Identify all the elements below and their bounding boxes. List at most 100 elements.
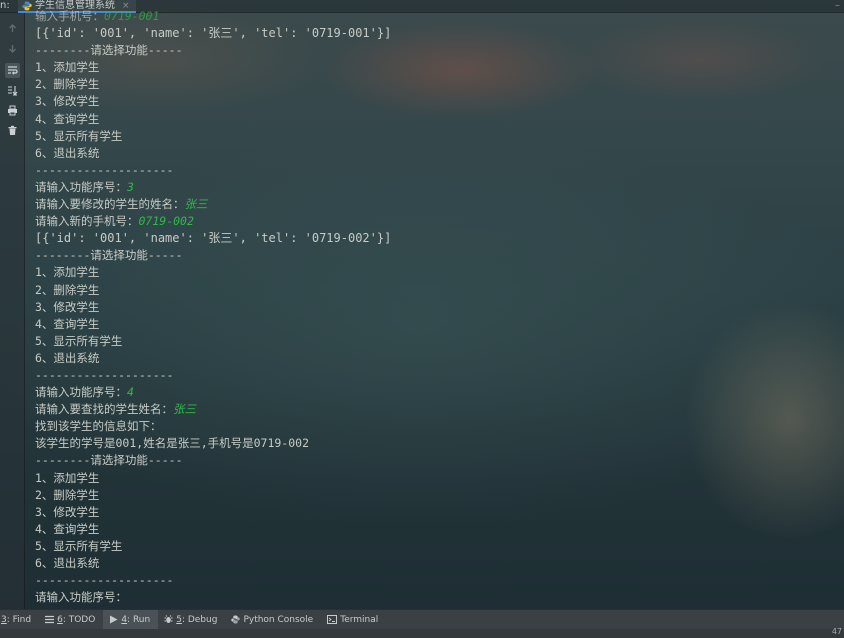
console-line: 请输入功能序号：4 <box>35 384 840 401</box>
console-line: 3、修改学生 <box>35 93 840 110</box>
tool-window-label: 4: Run <box>121 615 150 625</box>
console-line: -------------------- <box>35 572 840 589</box>
console-line-text: 5、显示所有学生 <box>35 333 123 348</box>
console-line: 2、删除学生 <box>35 282 840 299</box>
console-line: 1、添加学生 <box>35 470 840 487</box>
python-icon <box>231 615 241 624</box>
print-icon[interactable] <box>5 103 20 118</box>
status-bar: 47 <box>0 627 844 638</box>
console-line: 3、修改学生 <box>35 299 840 316</box>
console-line: --------请选择功能----- <box>35 452 840 469</box>
console-line: 4、查询学生 <box>35 111 840 128</box>
console-line: 2、删除学生 <box>35 487 840 504</box>
console-line: --------请选择功能----- <box>35 42 840 59</box>
tool-window-label: Terminal <box>340 615 378 625</box>
play-icon <box>109 615 118 624</box>
console-prompt-text: 请输入要修改的学生的姓名： <box>35 197 185 212</box>
console-line-text: 1、添加学生 <box>35 60 100 75</box>
console-line: [{'id': '001', 'name': '张三', 'tel': '071… <box>35 25 840 42</box>
console-line: --------请选择功能----- <box>35 247 840 264</box>
scroll-to-end-icon[interactable] <box>5 83 20 98</box>
tool-window-terminal[interactable]: Terminal <box>321 610 386 630</box>
tool-window-run[interactable]: 4: Run <box>103 609 159 630</box>
console-line: 2、删除学生 <box>35 76 840 93</box>
console-line: 3、修改学生 <box>35 504 840 521</box>
console-line: 6、退出系统 <box>35 555 840 572</box>
console-prompt-text: 请输入新的手机号： <box>35 214 139 229</box>
soft-wrap-icon[interactable] <box>5 63 20 78</box>
tool-window-label: 3: Find <box>1 615 31 625</box>
rerun-icon[interactable] <box>5 21 20 36</box>
console-line-text: 6、退出系统 <box>35 145 100 160</box>
console-line-text: 2、删除学生 <box>35 282 100 297</box>
ide-run-window: n: 学生信息管理系统 × – 输入手机号：0719-001 [{'id': '… <box>0 0 844 638</box>
console-line: 4、查询学生 <box>35 316 840 333</box>
console-line: 4、查询学生 <box>35 521 840 538</box>
console-line: 该学生的学号是001,姓名是张三,手机号是0719-002 <box>35 435 840 452</box>
python-icon <box>22 1 32 11</box>
bug-icon <box>164 615 173 624</box>
tab-strip-prefix: n: <box>0 0 10 11</box>
console-line-text: [{'id': '001', 'name': '张三', 'tel': '071… <box>35 231 392 246</box>
list-icon <box>45 615 55 624</box>
console-line-text: 3、修改学生 <box>35 504 100 519</box>
console-line: [{'id': '001', 'name': '张三', 'tel': '071… <box>35 230 840 247</box>
console-line: 5、显示所有学生 <box>35 333 840 350</box>
tool-window-python-console[interactable]: Python Console <box>225 610 321 630</box>
tool-window-title: : Debug <box>181 614 218 625</box>
tool-window-label: 5: Debug <box>176 615 217 625</box>
console-line: 6、退出系统 <box>35 145 840 162</box>
console-line-text: 5、显示所有学生 <box>35 538 123 553</box>
console-user-input: 张三 <box>173 402 196 417</box>
console-output[interactable]: 输入手机号：0719-001 [{'id': '001', 'name': '张三… <box>35 8 840 606</box>
console-line-text: 4、查询学生 <box>35 111 100 126</box>
console-line-text: -------------------- <box>35 367 174 382</box>
down-icon[interactable] <box>5 41 20 56</box>
console-line: 找到该学生的信息如下： <box>35 418 840 435</box>
console-prompt-text: 请输入功能序号： <box>35 385 127 400</box>
console-prompt-text: 输入手机号： <box>35 9 104 23</box>
console-line-text: --------请选择功能----- <box>35 248 183 263</box>
console-line-text: -------------------- <box>35 573 174 588</box>
console-line-text: 6、退出系统 <box>35 556 100 570</box>
tool-window-find[interactable]: 3: Find <box>0 610 39 630</box>
tool-window-todo[interactable]: 6: TODO <box>39 610 103 630</box>
console-prompt-text: 请输入功能序号： <box>35 590 127 605</box>
console-line: 5、显示所有学生 <box>35 538 840 555</box>
tool-window-debug[interactable]: 5: Debug <box>158 610 225 630</box>
console-line-text: 4、查询学生 <box>35 316 100 331</box>
tool-window-label: 6: TODO <box>57 615 95 625</box>
trash-icon[interactable] <box>5 123 20 138</box>
console-line-text: 该学生的学号是001,姓名是张三,手机号是0719-002 <box>35 436 310 451</box>
console-user-input: 0719-001 <box>104 9 160 23</box>
console-prompt-text: 请输入要查找的学生姓名： <box>35 402 173 417</box>
terminal-icon <box>327 615 338 624</box>
console-line: 1、添加学生 <box>35 264 840 281</box>
console-user-input: 张三 <box>184 197 208 212</box>
tool-window-title: : Find <box>6 614 32 625</box>
console-line: 6、退出系统 <box>35 350 840 367</box>
console-line-text: 5、显示所有学生 <box>35 128 123 143</box>
console-user-input: 4 <box>127 385 134 400</box>
console-line-text: 1、添加学生 <box>35 265 100 280</box>
console-line: 输入手机号：0719-001 <box>35 8 840 25</box>
console-line: 1、添加学生 <box>35 59 840 76</box>
tool-window-title: : Run <box>127 614 151 625</box>
console-line-text: --------请选择功能----- <box>35 43 183 58</box>
console-prompt-text: 请输入功能序号： <box>35 179 127 194</box>
console-line: 请输入新的手机号：0719-002 <box>35 213 840 230</box>
tool-window-title: Terminal <box>340 614 379 625</box>
status-right-text: 47 <box>831 627 842 636</box>
run-tool-gutter <box>0 13 25 609</box>
console-line-text: 2、删除学生 <box>35 487 100 502</box>
console-line-text: 2、删除学生 <box>35 77 100 92</box>
console-line-text: 4、查询学生 <box>35 521 100 536</box>
console-user-input: 3 <box>127 179 134 194</box>
console-line-text: [{'id': '001', 'name': '张三', 'tel': '071… <box>35 26 392 41</box>
tool-window-bar: 3: Find 6: TODO 4: Run 5: Debug Python Conso… <box>0 609 844 630</box>
tool-window-title: : TODO <box>62 614 96 625</box>
tool-window-title: Python Console <box>243 614 314 625</box>
console-line-text: 3、修改学生 <box>35 299 100 314</box>
console-line: 请输入要修改的学生的姓名：张三 <box>35 196 840 213</box>
console-user-input: 0719-002 <box>138 214 194 229</box>
